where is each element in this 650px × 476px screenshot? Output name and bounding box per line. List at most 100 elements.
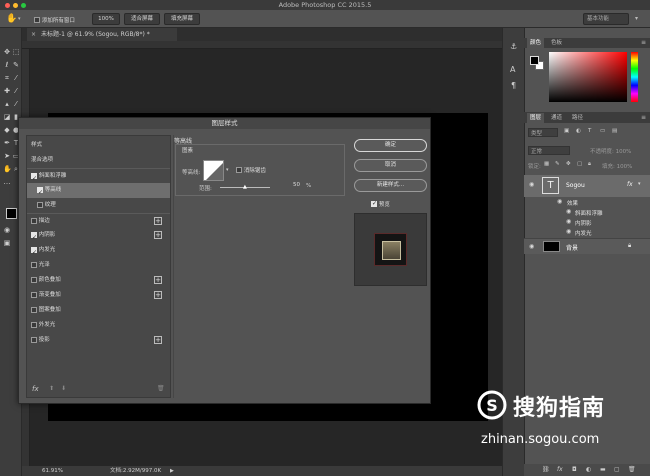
style-checkbox[interactable]: [31, 231, 37, 245]
style-item[interactable]: 描边 +: [27, 213, 170, 228]
contour-dropdown-chevron-icon[interactable]: ▾: [226, 167, 229, 173]
filter-shape-icon[interactable]: ▭: [600, 128, 605, 134]
filter-type-icon[interactable]: T: [588, 128, 591, 134]
tab-color[interactable]: 颜色: [527, 38, 545, 48]
fill-field[interactable]: 填充: 100%: [602, 162, 632, 170]
layer-effect-item[interactable]: ◉ 内阴影: [524, 218, 650, 228]
style-checkbox[interactable]: [31, 321, 37, 328]
cancel-button[interactable]: 取消: [354, 159, 427, 172]
layers-panel-menu-icon[interactable]: ≡: [641, 114, 646, 121]
effect-eye-icon[interactable]: ◉: [566, 208, 573, 215]
styles-header[interactable]: 样式: [27, 138, 170, 153]
layer-effect-item[interactable]: ◉ 斜面和浮雕: [524, 208, 650, 218]
add-style-instance-icon[interactable]: +: [154, 231, 162, 239]
fx-expand-icon[interactable]: ▾: [638, 181, 641, 187]
hand-tool-icon[interactable]: ✋: [6, 14, 17, 24]
add-style-instance-icon[interactable]: +: [154, 336, 162, 344]
new-layer-icon[interactable]: ▢: [614, 466, 620, 473]
filter-adjust-icon[interactable]: ◐: [576, 128, 581, 134]
effects-eye-icon[interactable]: ◉: [557, 198, 564, 205]
tool-preset-chevron-icon[interactable]: ▾: [18, 16, 21, 22]
lock-pixels-icon[interactable]: ✎: [555, 161, 560, 167]
delete-layer-icon[interactable]: 🗑︎: [628, 466, 636, 473]
pen-tool-icon[interactable]: ✒: [3, 139, 11, 147]
style-checkbox[interactable]: [31, 291, 37, 298]
style-item[interactable]: 内发光: [27, 243, 170, 260]
foreground-color-swatch[interactable]: [6, 208, 17, 219]
more-tools-icon[interactable]: …: [3, 178, 11, 186]
path-select-tool-icon[interactable]: ➤: [3, 152, 11, 160]
style-item[interactable]: 斜面和浮雕: [27, 168, 170, 186]
style-checkbox[interactable]: [31, 276, 37, 283]
style-checkbox[interactable]: [31, 336, 37, 343]
workspace-chevron-icon[interactable]: ▾: [635, 15, 638, 22]
fx-menu-icon[interactable]: fx: [32, 385, 39, 393]
healing-brush-tool-icon[interactable]: ✚: [3, 87, 11, 95]
style-checkbox[interactable]: [31, 217, 37, 224]
hue-slider[interactable]: [631, 52, 638, 102]
add-style-instance-icon[interactable]: +: [154, 291, 162, 299]
layer-filter-select[interactable]: 类型: [528, 128, 558, 137]
visibility-eye-icon[interactable]: ◉: [529, 243, 536, 250]
lock-transparency-icon[interactable]: ▦: [544, 161, 549, 167]
style-item[interactable]: 投影 +: [27, 333, 170, 348]
history-panel-icon[interactable]: ⚓: [510, 42, 517, 51]
style-item[interactable]: 渐变叠加 +: [27, 288, 170, 303]
range-value-input[interactable]: 50: [274, 182, 302, 191]
effect-eye-icon[interactable]: ◉: [566, 218, 573, 225]
layer-name[interactable]: 背景: [566, 243, 578, 252]
style-checkbox[interactable]: [37, 201, 43, 208]
ok-button[interactable]: 确定: [354, 139, 427, 152]
eyedropper-tool-icon[interactable]: ⁄: [12, 74, 20, 82]
close-window-button[interactable]: [5, 2, 10, 8]
style-item[interactable]: 图案叠加: [27, 303, 170, 318]
quick-select-tool-icon[interactable]: ✎: [12, 61, 20, 69]
minimize-window-button[interactable]: [13, 2, 18, 8]
lock-artboard-icon[interactable]: ▢: [577, 161, 582, 167]
move-tool-icon[interactable]: ✥: [3, 48, 11, 56]
style-item-selected[interactable]: 等高线: [27, 183, 170, 200]
brush-tool-icon[interactable]: ⁄: [12, 87, 20, 95]
lasso-tool-icon[interactable]: ℓ: [3, 61, 11, 69]
filter-smart-icon[interactable]: ▤: [612, 128, 617, 134]
style-item[interactable]: 内阴影 +: [27, 228, 170, 245]
add-style-instance-icon[interactable]: +: [154, 217, 162, 225]
add-mask-icon[interactable]: ◘: [572, 466, 577, 473]
move-down-icon[interactable]: ⬇: [61, 385, 66, 392]
tab-close-icon[interactable]: ×: [31, 28, 36, 41]
new-group-icon[interactable]: ▬: [600, 466, 606, 473]
tab-channels[interactable]: 通道: [548, 113, 565, 123]
layer-fx-icon[interactable]: fx: [627, 181, 633, 188]
document-tab[interactable]: × 未标题-1 @ 61.9% (Sogou, RGB/8*) *: [27, 28, 177, 41]
style-item[interactable]: 外发光: [27, 318, 170, 333]
panel-foreground-swatch[interactable]: [530, 56, 539, 65]
add-style-icon[interactable]: fx: [557, 466, 563, 473]
eraser-tool-icon[interactable]: ◪: [3, 113, 11, 121]
marquee-tool-icon[interactable]: ⬚: [12, 48, 20, 56]
layer-effect-item[interactable]: ◉ 内发光: [524, 228, 650, 238]
new-style-button[interactable]: 新建样式...: [354, 179, 427, 192]
preview-checkbox[interactable]: [371, 200, 377, 207]
lock-all-icon[interactable]: 🔒︎: [588, 161, 591, 168]
style-item[interactable]: 光泽: [27, 258, 170, 273]
antialias-option[interactable]: 消除锯齿: [236, 166, 266, 174]
autoselect-all-windows[interactable]: 添加所有窗口: [34, 16, 75, 24]
zoom-window-button[interactable]: [21, 2, 26, 8]
filter-pixel-icon[interactable]: ▣: [564, 128, 569, 134]
tab-layers[interactable]: 图层: [527, 113, 545, 123]
style-checkbox[interactable]: [31, 246, 37, 260]
zoom-100-button[interactable]: 100%: [92, 13, 120, 25]
blur-tool-icon[interactable]: ◆: [3, 126, 11, 134]
blending-options-item[interactable]: 混合选项: [27, 153, 170, 168]
style-item[interactable]: 颜色叠加 +: [27, 273, 170, 288]
quick-mask-icon[interactable]: ◉: [3, 226, 11, 234]
style-checkbox[interactable]: [31, 172, 37, 186]
style-item[interactable]: 纹理: [27, 198, 170, 213]
delete-effect-icon[interactable]: 🗑︎: [157, 385, 165, 392]
fill-screen-button[interactable]: 填充屏幕: [164, 13, 200, 25]
adjustment-layer-icon[interactable]: ◐: [586, 466, 591, 473]
paragraph-panel-icon[interactable]: ¶: [511, 81, 516, 90]
antialias-checkbox[interactable]: [236, 167, 242, 173]
add-style-instance-icon[interactable]: +: [154, 276, 162, 284]
crop-tool-icon[interactable]: ⌗: [3, 74, 11, 82]
